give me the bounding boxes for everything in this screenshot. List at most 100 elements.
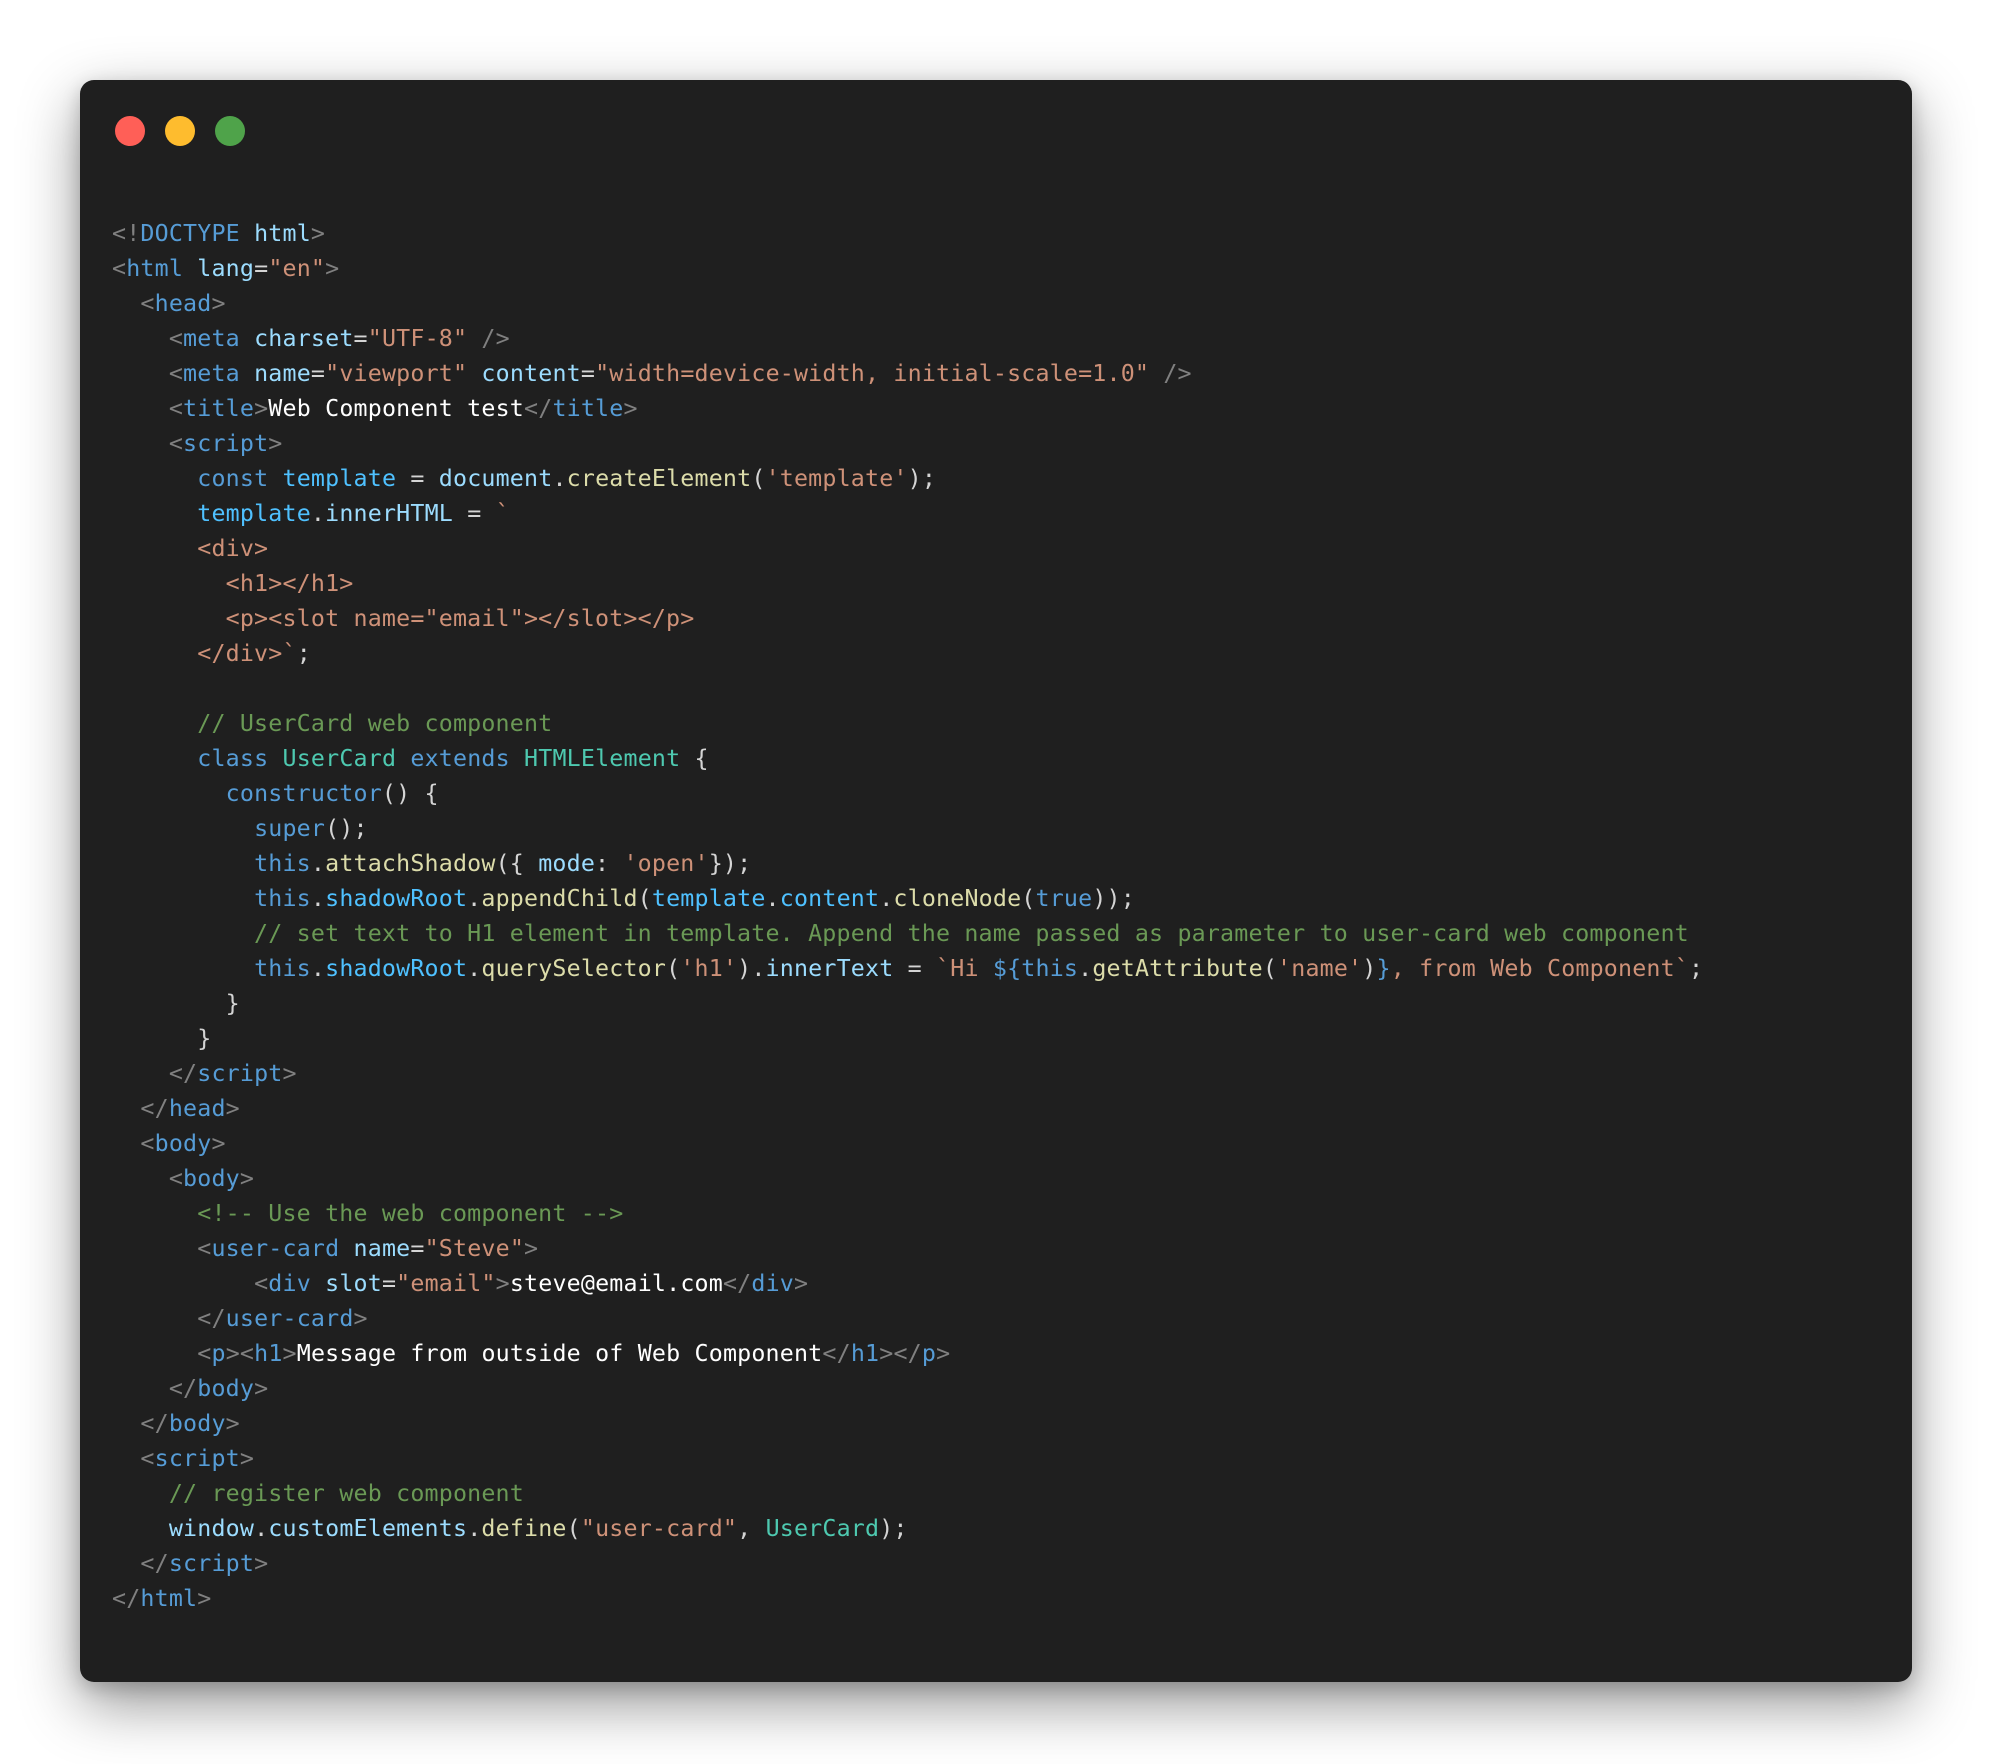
code-token: template bbox=[282, 465, 397, 492]
code-token: . bbox=[467, 955, 482, 982]
minimize-dot-icon[interactable] bbox=[165, 116, 195, 146]
code-line: <!-- Use the web component --> bbox=[112, 1196, 1703, 1231]
code-token: ); bbox=[907, 465, 937, 492]
code-token: ( bbox=[751, 465, 766, 492]
code-window: <!DOCTYPE html> <html lang="en"> <head> <… bbox=[80, 80, 1912, 1682]
code-token: "viewport" bbox=[325, 360, 468, 387]
window-controls bbox=[115, 116, 245, 146]
code-token: . bbox=[879, 885, 894, 912]
code-token: (); bbox=[325, 815, 368, 842]
code-line: </script> bbox=[112, 1056, 1703, 1091]
code-token: > bbox=[282, 1340, 297, 1367]
code-token: < bbox=[168, 395, 184, 422]
code-token: createElement bbox=[566, 465, 752, 492]
code-token: customElements bbox=[268, 1515, 468, 1542]
code-token: </ bbox=[893, 1340, 922, 1367]
code-token: </ bbox=[168, 1060, 198, 1087]
code-token: content bbox=[779, 885, 880, 912]
code-token: > bbox=[936, 1340, 951, 1367]
code-token: > bbox=[239, 1445, 255, 1472]
code-token: html bbox=[140, 1585, 198, 1612]
code-token: ( bbox=[637, 885, 652, 912]
code-line: <head> bbox=[112, 286, 1703, 321]
code-token: } bbox=[1376, 955, 1391, 982]
code-line: // UserCard web component bbox=[112, 706, 1703, 741]
code-token: HTMLElement bbox=[524, 745, 681, 772]
code-token: > bbox=[353, 1305, 368, 1332]
code-token: < bbox=[197, 1340, 212, 1367]
code-token: <h1></h1> bbox=[112, 570, 354, 597]
code-line: <meta charset="UTF-8" /> bbox=[112, 321, 1703, 356]
code-token: < bbox=[168, 1165, 184, 1192]
code-line: this.attachShadow({ mode: 'open'}); bbox=[112, 846, 1703, 881]
code-line: <user-card name="Steve"> bbox=[112, 1231, 1703, 1266]
code-token: this bbox=[254, 850, 311, 877]
code-line: class UserCard extends HTMLElement { bbox=[112, 741, 1703, 776]
code-token: , from Web Component` bbox=[1390, 955, 1690, 982]
code-token: "en" bbox=[268, 255, 326, 282]
code-token: = bbox=[381, 1270, 397, 1297]
code-line: super(); bbox=[112, 811, 1703, 846]
code-token: > bbox=[282, 1060, 297, 1087]
code-token: this bbox=[254, 885, 311, 912]
code-token: ). bbox=[737, 955, 766, 982]
code-token: body bbox=[168, 1410, 226, 1437]
code-token: UserCard bbox=[765, 1515, 880, 1542]
code-token: div bbox=[751, 1270, 794, 1297]
code-line: const template = document.createElement(… bbox=[112, 461, 1703, 496]
code-token: ({ bbox=[495, 850, 539, 877]
code-token: ${ bbox=[992, 955, 1022, 982]
code-token: html bbox=[254, 220, 311, 247]
code-token: script bbox=[168, 1550, 255, 1577]
code-token: { bbox=[680, 745, 709, 772]
code-token: // UserCard web component bbox=[112, 710, 553, 737]
code-token: user-card bbox=[225, 1305, 354, 1332]
code-token: script bbox=[183, 430, 269, 457]
code-token: </ bbox=[140, 1550, 169, 1577]
code-token: ; bbox=[1689, 955, 1704, 982]
code-line: <title>Web Component test</title> bbox=[112, 391, 1703, 426]
code-token: . bbox=[552, 465, 567, 492]
code-token: meta bbox=[183, 325, 240, 352]
code-token: . bbox=[254, 1515, 269, 1542]
code-token: ( bbox=[1021, 885, 1036, 912]
code-token: > bbox=[197, 1585, 212, 1612]
code-line: } bbox=[112, 986, 1703, 1021]
code-token: extends bbox=[410, 745, 510, 772]
code-line: this.shadowRoot.appendChild(template.con… bbox=[112, 881, 1703, 916]
code-token: querySelector bbox=[481, 955, 667, 982]
maximize-dot-icon[interactable] bbox=[215, 116, 245, 146]
code-line: constructor() { bbox=[112, 776, 1703, 811]
code-token: > bbox=[211, 290, 226, 317]
code-line: </script> bbox=[112, 1546, 1703, 1581]
code-token: </ bbox=[524, 395, 553, 422]
code-token: class bbox=[197, 745, 269, 772]
code-token: /> bbox=[467, 325, 510, 352]
code-token: "width=device-width, initial-scale=1.0" bbox=[595, 360, 1150, 387]
code-line: </body> bbox=[112, 1406, 1703, 1441]
code-token: ( bbox=[566, 1515, 581, 1542]
code-token: h1 bbox=[254, 1340, 283, 1367]
code-token: </div>` bbox=[112, 640, 297, 667]
code-token: <! bbox=[112, 220, 141, 247]
code-line: <html lang="en"> bbox=[112, 251, 1703, 286]
code-token: Message from outside of Web Component bbox=[296, 1340, 823, 1367]
code-token: const bbox=[197, 465, 269, 492]
close-dot-icon[interactable] bbox=[115, 116, 145, 146]
code-token: 'template' bbox=[765, 465, 908, 492]
code-token: getAttribute bbox=[1092, 955, 1263, 982]
